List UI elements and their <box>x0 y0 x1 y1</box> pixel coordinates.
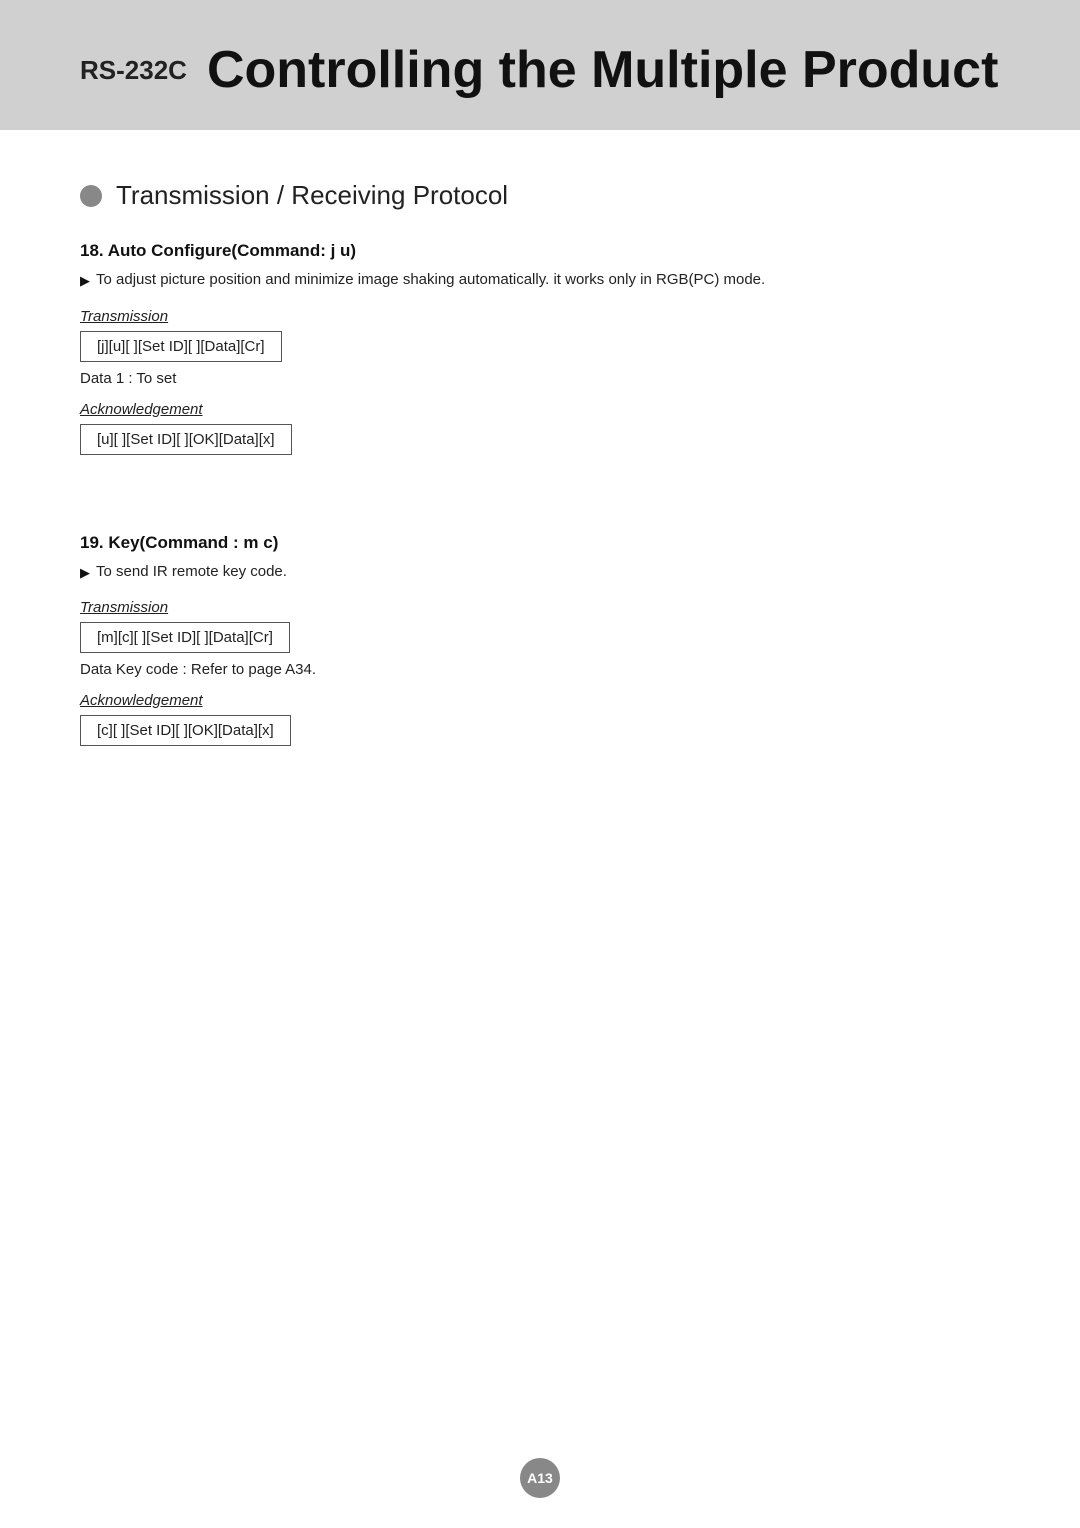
data-note-19: Data Key code : Refer to page A34. <box>80 661 1000 678</box>
transmission-label-19: Transmission <box>80 599 1000 616</box>
transmission-label-18: Transmission <box>80 308 1000 325</box>
page-number: A13 <box>520 1458 560 1498</box>
page-wrapper: RS-232C Controlling the Multiple Product… <box>0 0 1080 1528</box>
ack-code-18: [u][ ][Set ID][ ][OK][Data][x] <box>80 424 292 455</box>
header-title: Controlling the Multiple Product <box>207 40 998 100</box>
command-18-section: 18. Auto Configure(Command: j u) ▶ To ad… <box>80 241 1000 463</box>
arrow-bullet-icon-19: ▶ <box>80 563 90 583</box>
section-divider <box>80 503 1000 533</box>
transmission-code-19: [m][c][ ][Set ID][ ][Data][Cr] <box>80 622 290 653</box>
ack-label-18: Acknowledgement <box>80 401 1000 418</box>
header-rs-label: RS-232C <box>80 55 187 86</box>
command-19-desc: ▶ To send IR remote key code. <box>80 561 1000 584</box>
section-heading-text: Transmission / Receiving Protocol <box>116 180 508 211</box>
section-heading: Transmission / Receiving Protocol <box>80 180 1000 211</box>
content-area: Transmission / Receiving Protocol 18. Au… <box>0 130 1080 854</box>
command-19-title: 19. Key(Command : m c) <box>80 533 1000 553</box>
command-18-title: 18. Auto Configure(Command: j u) <box>80 241 1000 261</box>
data-note-18: Data 1 : To set <box>80 370 1000 387</box>
circle-bullet-icon <box>80 185 102 207</box>
command-19-desc-text: To send IR remote key code. <box>96 561 287 584</box>
arrow-bullet-icon: ▶ <box>80 271 90 291</box>
command-19-section: 19. Key(Command : m c) ▶ To send IR remo… <box>80 533 1000 755</box>
ack-label-19: Acknowledgement <box>80 692 1000 709</box>
command-18-desc-text: To adjust picture position and minimize … <box>96 269 765 292</box>
ack-code-19: [c][ ][Set ID][ ][OK][Data][x] <box>80 715 291 746</box>
transmission-code-18: [j][u][ ][Set ID][ ][Data][Cr] <box>80 331 282 362</box>
command-18-desc: ▶ To adjust picture position and minimiz… <box>80 269 1000 292</box>
header-section: RS-232C Controlling the Multiple Product <box>0 0 1080 130</box>
